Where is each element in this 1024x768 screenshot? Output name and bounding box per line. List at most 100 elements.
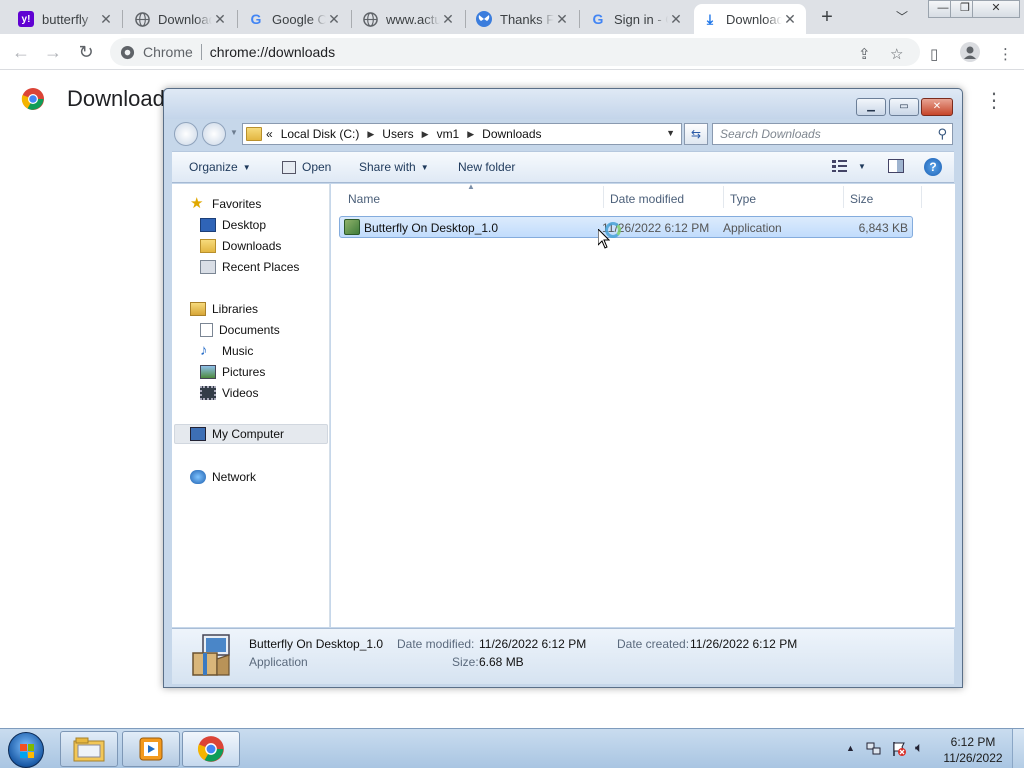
tab-close-icon[interactable]: ✕ (668, 11, 684, 28)
tab-sign-in-google[interactable]: G Sign in - Google ✕ (582, 4, 692, 34)
tab-close-icon[interactable]: ✕ (782, 11, 798, 28)
view-options-button[interactable]: ▼ (832, 160, 866, 172)
taskbar-explorer-button[interactable] (60, 731, 118, 767)
breadcrumb-overflow[interactable]: « (266, 127, 273, 141)
tab-close-icon[interactable]: ✕ (440, 11, 456, 28)
search-input[interactable]: Search Downloads ⚲ (712, 123, 953, 145)
videos-filmstrip-icon (200, 386, 216, 400)
chrome-menu-icon[interactable]: ⋮ (998, 45, 1013, 63)
view-list-icon (832, 160, 847, 172)
open-button[interactable]: Open (282, 160, 331, 174)
nav-my-computer[interactable]: My Computer (174, 424, 328, 444)
recent-pages-chevron-icon[interactable]: ▼ (230, 128, 238, 137)
taskbar-chrome-button[interactable] (182, 731, 240, 767)
system-clock[interactable]: 6:12 PM 11/26/2022 (938, 734, 1008, 766)
forward-button[interactable] (202, 122, 226, 146)
nav-label: My Computer (212, 427, 285, 441)
action-center-flag-icon[interactable] (891, 741, 907, 760)
details-file-name: Butterfly On Desktop_1.0 (249, 637, 384, 651)
music-note-icon: ♪ (200, 342, 208, 359)
nav-pictures[interactable]: Pictures (200, 362, 265, 382)
refresh-icon[interactable]: ⇆ (684, 123, 708, 145)
tab-close-icon[interactable]: ✕ (326, 11, 342, 28)
nav-downloads[interactable]: Downloads (200, 236, 281, 256)
bookmark-star-icon[interactable]: ☆ (890, 45, 903, 63)
breadcrumb-downloads[interactable]: Downloads (482, 127, 541, 141)
breadcrumb-users[interactable]: Users (382, 127, 413, 141)
window-titlebar[interactable] (164, 89, 962, 119)
nav-music[interactable]: ♪ Music (200, 341, 253, 361)
application-installer-icon (344, 219, 360, 235)
file-name: Butterfly On Desktop_1.0 (364, 221, 499, 235)
tab-search-chevron-icon[interactable]: ﹀ (896, 8, 908, 25)
organize-button[interactable]: Organize ▼ (189, 160, 251, 174)
nav-label: Videos (222, 386, 259, 400)
tab-thanks-for-downloading[interactable]: Thanks For Downloading ✕ (468, 4, 578, 34)
clock-date: 11/26/2022 (943, 751, 1003, 765)
volume-speaker-icon[interactable]: 🔈︎ (915, 739, 923, 756)
back-button[interactable] (174, 122, 198, 146)
tab-close-icon[interactable]: ✕ (212, 11, 228, 28)
side-panel-icon[interactable]: ▯ (930, 45, 938, 63)
google-icon: G (250, 11, 262, 27)
search-icon[interactable]: ⚲ (937, 126, 947, 142)
breadcrumb-arrow-icon[interactable]: ▶ (467, 129, 474, 140)
nav-desktop[interactable]: Desktop (200, 215, 266, 235)
url-text[interactable]: chrome://downloads (210, 44, 335, 60)
column-header-date-modified[interactable]: Date modified (610, 192, 684, 206)
show-desktop-button[interactable] (1012, 729, 1024, 768)
nav-videos[interactable]: Videos (200, 383, 258, 403)
breadcrumb-arrow-icon[interactable]: ▶ (367, 129, 374, 140)
taskbar-media-player-button[interactable] (122, 731, 180, 767)
tab-downloads-active[interactable]: ⤓ Downloads ✕ (694, 4, 806, 34)
star-icon: ★ (190, 195, 204, 212)
nav-label: Pictures (222, 365, 266, 379)
address-bar[interactable]: Chrome chrome://downloads (110, 38, 920, 66)
address-dropdown-icon[interactable]: ▼ (666, 128, 675, 138)
share-with-button[interactable]: Share with ▼ (359, 160, 429, 174)
tab-google-chrome[interactable]: G Google Chrome ✕ (240, 4, 350, 34)
file-type: Application (723, 221, 782, 235)
explorer-address-bar[interactable]: « Local Disk (C:) ▶ Users ▶ vm1 ▶ Downlo… (242, 123, 682, 145)
breadcrumb-arrow-icon[interactable]: ▶ (422, 129, 429, 140)
tab-butterfly[interactable]: y! butterfly ✕ (10, 4, 122, 34)
network-tray-icon[interactable] (866, 741, 882, 760)
preview-pane-icon[interactable] (888, 159, 904, 173)
globe-icon (134, 11, 150, 27)
breadcrumb-vm1[interactable]: vm1 (437, 127, 460, 141)
nav-libraries[interactable]: Libraries (190, 299, 258, 319)
new-tab-plus-icon[interactable]: + (816, 6, 838, 28)
nav-network[interactable]: Network (190, 467, 256, 487)
search-placeholder: Search Downloads (720, 127, 821, 141)
nav-favorites[interactable]: ★ Favorites (190, 194, 261, 214)
new-folder-button[interactable]: New folder (458, 160, 515, 174)
details-date-modified: 11/26/2022 6:12 PM (479, 637, 587, 651)
explorer-maximize-button[interactable]: ▭ (889, 98, 919, 116)
tab-actualsolution[interactable]: www.actualsolution ✕ (354, 4, 464, 34)
downloads-menu-icon[interactable]: ⋮ (984, 88, 1004, 113)
explorer-minimize-button[interactable]: ▁ (856, 98, 886, 116)
chrome-site-chip[interactable]: Chrome (120, 44, 193, 60)
nav-recent-places[interactable]: Recent Places (200, 257, 299, 277)
tab-label: Google Chrome (272, 11, 326, 27)
column-header-type[interactable]: Type (730, 192, 756, 206)
forward-arrow-icon[interactable]: → (42, 41, 64, 63)
tab-close-icon[interactable]: ✕ (554, 11, 570, 28)
share-icon[interactable]: ⇪ (858, 45, 871, 63)
file-row[interactable]: Butterfly On Desktop_1.0 11/26/2022 6:12… (339, 216, 913, 238)
tab-downloads-1[interactable]: Downloads ✕ (126, 4, 236, 34)
column-header-name[interactable]: Name (348, 192, 380, 206)
reload-icon[interactable]: ↻ (75, 41, 97, 63)
profile-avatar-icon[interactable] (960, 42, 980, 62)
close-window-button[interactable]: ✕ (972, 0, 1020, 18)
back-arrow-icon[interactable]: ← (10, 41, 32, 63)
breadcrumb-local-disk[interactable]: Local Disk (C:) (281, 127, 360, 141)
show-hidden-icons-chevron[interactable]: ▲ (846, 743, 855, 753)
column-header-size[interactable]: Size (850, 192, 873, 206)
start-button[interactable] (8, 732, 44, 768)
explorer-close-button[interactable]: ✕ (921, 98, 953, 116)
network-globe-icon (190, 470, 206, 484)
help-icon[interactable]: ? (924, 158, 942, 176)
tab-close-icon[interactable]: ✕ (98, 11, 114, 28)
nav-documents[interactable]: Documents (200, 320, 280, 340)
